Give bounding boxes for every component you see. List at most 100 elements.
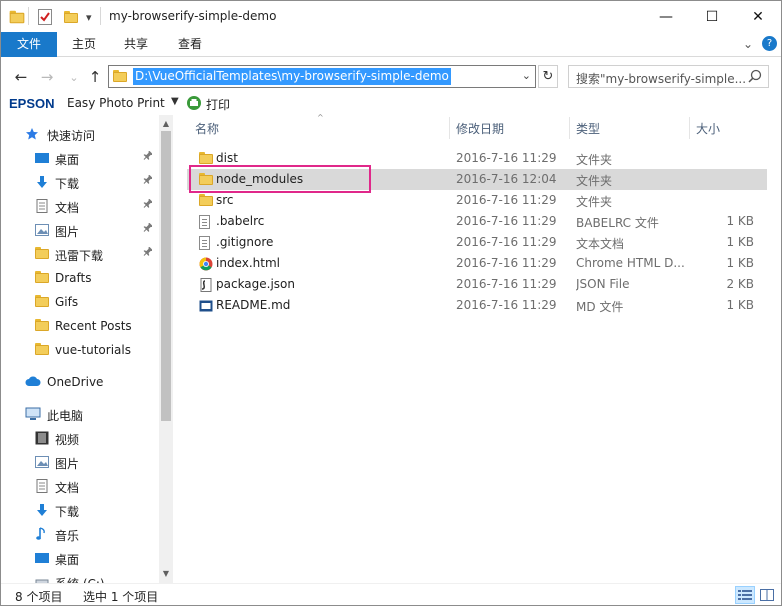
refresh-button[interactable]: ↻	[538, 65, 558, 88]
file-name: README.md	[216, 298, 291, 312]
sidebar-item[interactable]: 下载	[1, 171, 159, 193]
address-dropdown-icon[interactable]: ⌄	[522, 69, 531, 82]
large-icons-view-button[interactable]	[757, 586, 777, 604]
sidebar-item[interactable]: Drafts	[1, 267, 159, 289]
sidebar-item[interactable]: 下载	[1, 499, 159, 521]
ribbon-collapse-icon[interactable]: ⌄	[743, 37, 753, 51]
close-button[interactable]: ✕	[735, 1, 781, 32]
star-icon	[25, 127, 39, 141]
sidebar-item[interactable]: 桌面	[1, 147, 159, 169]
separator	[28, 7, 29, 25]
details-view-button[interactable]	[735, 586, 755, 604]
file-date: 2016-7-16 12:04	[456, 172, 557, 186]
sidebar-item-label: Drafts	[55, 271, 92, 285]
minimize-button[interactable]: —	[643, 1, 689, 32]
sidebar-item[interactable]: 图片	[1, 219, 159, 241]
pin-icon[interactable]	[143, 198, 153, 212]
recent-locations-icon[interactable]: ⌄	[63, 67, 85, 87]
file-row[interactable]: src 2016-7-16 11:29 文件夹	[187, 190, 767, 211]
picture-icon	[35, 223, 49, 237]
print-button[interactable]: 打印	[206, 96, 230, 113]
item-count: 8 个项目	[15, 590, 63, 604]
file-row[interactable]: package.json 2016-7-16 11:29 JSON File 2 KB	[187, 274, 767, 295]
tab-home[interactable]: 主页	[61, 32, 107, 57]
file-row[interactable]: .gitignore 2016-7-16 11:29 文本文档 1 KB	[187, 232, 767, 253]
sidebar-item-label: 迅雷下载	[55, 249, 104, 263]
sidebar-item[interactable]: 此电脑	[1, 403, 159, 425]
sort-ascending-icon: ^	[317, 113, 324, 122]
nav-scroll-thumb[interactable]	[161, 131, 171, 421]
properties-icon[interactable]	[38, 8, 52, 26]
sidebar-item[interactable]: 文档	[1, 195, 159, 217]
file-size: 1 KB	[726, 235, 754, 249]
document-icon	[35, 199, 49, 213]
file-size: 1 KB	[726, 214, 754, 228]
search-box[interactable]: 搜索"my-browserify-simple...	[568, 65, 769, 88]
print-icon[interactable]	[187, 96, 201, 110]
up-button[interactable]: ↑	[84, 67, 106, 87]
pin-icon[interactable]	[143, 150, 153, 164]
pin-icon[interactable]	[143, 174, 153, 188]
sidebar-item[interactable]: OneDrive	[1, 371, 159, 393]
text-file-icon	[199, 236, 213, 250]
sidebar-item[interactable]: Gifs	[1, 291, 159, 313]
tab-file[interactable]: 文件	[1, 32, 57, 57]
sidebar-item[interactable]: 快速访问	[1, 123, 159, 145]
address-row: ← → ⌄ ↑ D:\VueOfficialTemplates\my-brows…	[1, 61, 781, 93]
sidebar-item[interactable]: 音乐	[1, 523, 159, 545]
epson-logo: EPSON	[9, 96, 55, 111]
folder-icon	[199, 152, 213, 165]
file-date: 2016-7-16 11:29	[456, 235, 557, 249]
file-date: 2016-7-16 11:29	[456, 151, 557, 165]
address-path[interactable]: D:\VueOfficialTemplates\my-browserify-si…	[133, 68, 451, 85]
file-type: 文件夹	[576, 195, 613, 209]
forward-button[interactable]: →	[36, 67, 58, 87]
sidebar-item[interactable]: vue-tutorials	[1, 339, 159, 361]
column-header-type[interactable]: 类型	[576, 120, 600, 140]
epson-app-button[interactable]: Easy Photo Print	[67, 96, 165, 110]
sidebar-item[interactable]: Recent Posts	[1, 315, 159, 337]
column-separator[interactable]	[449, 117, 450, 139]
nav-scrollbar[interactable]: ▲ ▼	[159, 115, 173, 583]
separator	[100, 7, 101, 25]
sidebar-item[interactable]: 文档	[1, 475, 159, 497]
sidebar-item[interactable]: 系统 (C:)	[1, 571, 159, 583]
search-input[interactable]: 搜索"my-browserify-simple...	[576, 70, 746, 87]
back-button[interactable]: ←	[10, 67, 32, 87]
folder-icon	[35, 343, 49, 357]
file-row[interactable]: README.md 2016-7-16 11:29 MD 文件 1 KB	[187, 295, 767, 316]
folder-icon[interactable]	[9, 8, 25, 26]
scroll-up-icon[interactable]: ▲	[159, 117, 173, 131]
navigation-pane: 快速访问 桌面 下载 文档 图片 迅雷下载 Drafts Gifs Recent Posts vu…	[1, 115, 173, 583]
pin-icon[interactable]	[143, 246, 153, 260]
tab-view[interactable]: 查看	[167, 32, 213, 57]
folder-icon	[35, 295, 49, 309]
sidebar-item[interactable]: 视频	[1, 427, 159, 449]
file-icon	[199, 215, 213, 229]
column-separator[interactable]	[569, 117, 570, 139]
column-header-date[interactable]: 修改日期	[456, 120, 504, 140]
help-icon[interactable]: ?	[762, 36, 777, 51]
sidebar-item[interactable]: 桌面	[1, 547, 159, 569]
maximize-button[interactable]: ☐	[689, 1, 735, 32]
new-folder-icon[interactable]	[64, 8, 78, 26]
address-bar[interactable]: D:\VueOfficialTemplates\my-browserify-si…	[108, 65, 536, 88]
pin-icon[interactable]	[143, 222, 153, 236]
sidebar-item-label: 文档	[55, 481, 80, 495]
file-row[interactable]: .babelrc 2016-7-16 11:29 BABELRC 文件 1 KB	[187, 211, 767, 232]
epson-dropdown-icon[interactable]: ▼	[171, 96, 179, 107]
file-row[interactable]: index.html 2016-7-16 11:29 Chrome HTML D..…	[187, 253, 767, 274]
folder-icon	[35, 247, 49, 261]
column-separator[interactable]	[689, 117, 690, 139]
sidebar-item[interactable]: 迅雷下载	[1, 243, 159, 265]
sidebar-item[interactable]: 图片	[1, 451, 159, 473]
tab-share[interactable]: 共享	[113, 32, 159, 57]
search-icon[interactable]	[748, 69, 762, 83]
scroll-down-icon[interactable]: ▼	[159, 567, 173, 581]
column-header-name[interactable]: 名称	[195, 120, 219, 140]
sidebar-item-label: 文档	[55, 201, 80, 215]
sidebar-item-label: 此电脑	[47, 409, 84, 423]
quick-access-dropdown-icon[interactable]: ▾	[86, 8, 92, 26]
picture-icon	[35, 455, 49, 469]
column-header-size[interactable]: 大小	[696, 120, 720, 140]
